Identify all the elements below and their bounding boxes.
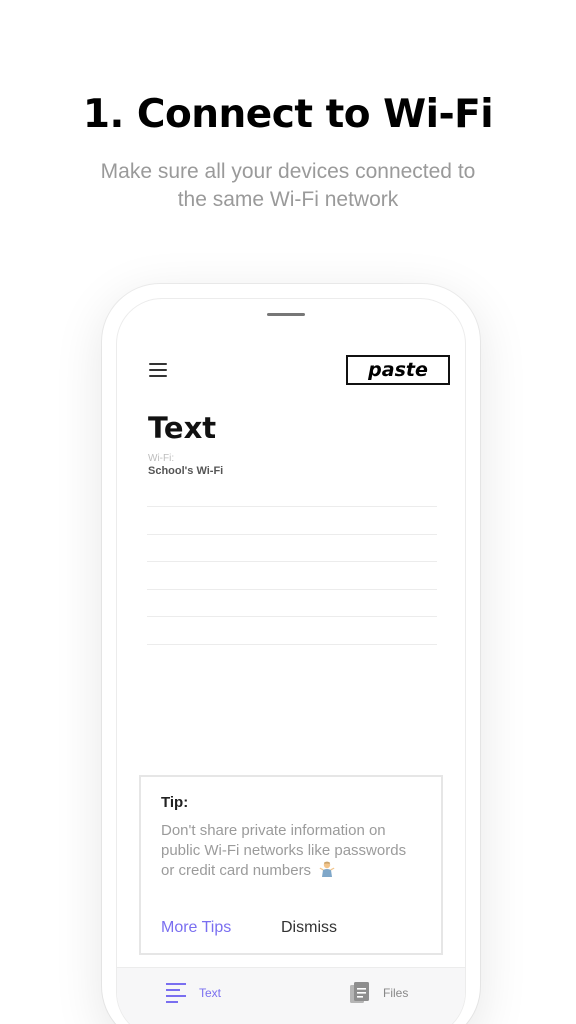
tab-text[interactable]: Text	[165, 968, 265, 1018]
more-tips-link[interactable]: More Tips	[161, 919, 231, 937]
text-area-rule	[147, 534, 437, 535]
onboarding-title: 1. Connect to Wi-Fi	[82, 92, 494, 137]
tab-bar: Text Files	[117, 967, 465, 1024]
tab-text-label: Text	[199, 986, 222, 1000]
hamburger-menu-icon[interactable]	[149, 363, 167, 377]
tab-files[interactable]: Files	[349, 968, 449, 1018]
wifi-network-name: School's Wi-Fi	[148, 465, 224, 477]
phone-frame: paste Text Wi-Fi: School's Wi-Fi Tip: Do…	[102, 284, 480, 1024]
document-icon	[349, 981, 371, 1010]
phone-screen: paste Text Wi-Fi: School's Wi-Fi Tip: Do…	[116, 298, 466, 1024]
page-title: Text	[148, 411, 217, 445]
onboarding-subtitle: Make sure all your devices connected to …	[100, 160, 476, 211]
tab-files-label: Files	[383, 986, 409, 1000]
text-area-rule	[147, 644, 437, 645]
tip-card: Tip: Don't share private information on …	[139, 775, 443, 955]
grabber-handle	[267, 313, 305, 316]
text-area-rule	[147, 561, 437, 562]
wifi-label: Wi-Fi:	[148, 453, 175, 464]
person-shrugging-emoji-icon	[318, 860, 336, 884]
text-area-rule	[147, 589, 437, 590]
dismiss-button[interactable]: Dismiss	[281, 919, 337, 937]
tip-body: Don't share private information on publi…	[161, 821, 423, 884]
paste-logo: paste	[346, 355, 450, 385]
tip-body-text: Don't share private information on publi…	[161, 822, 407, 879]
text-area-rule	[147, 616, 437, 617]
tip-title: Tip:	[161, 794, 189, 811]
text-lines-icon	[165, 981, 187, 1008]
text-area-rule	[147, 506, 437, 507]
